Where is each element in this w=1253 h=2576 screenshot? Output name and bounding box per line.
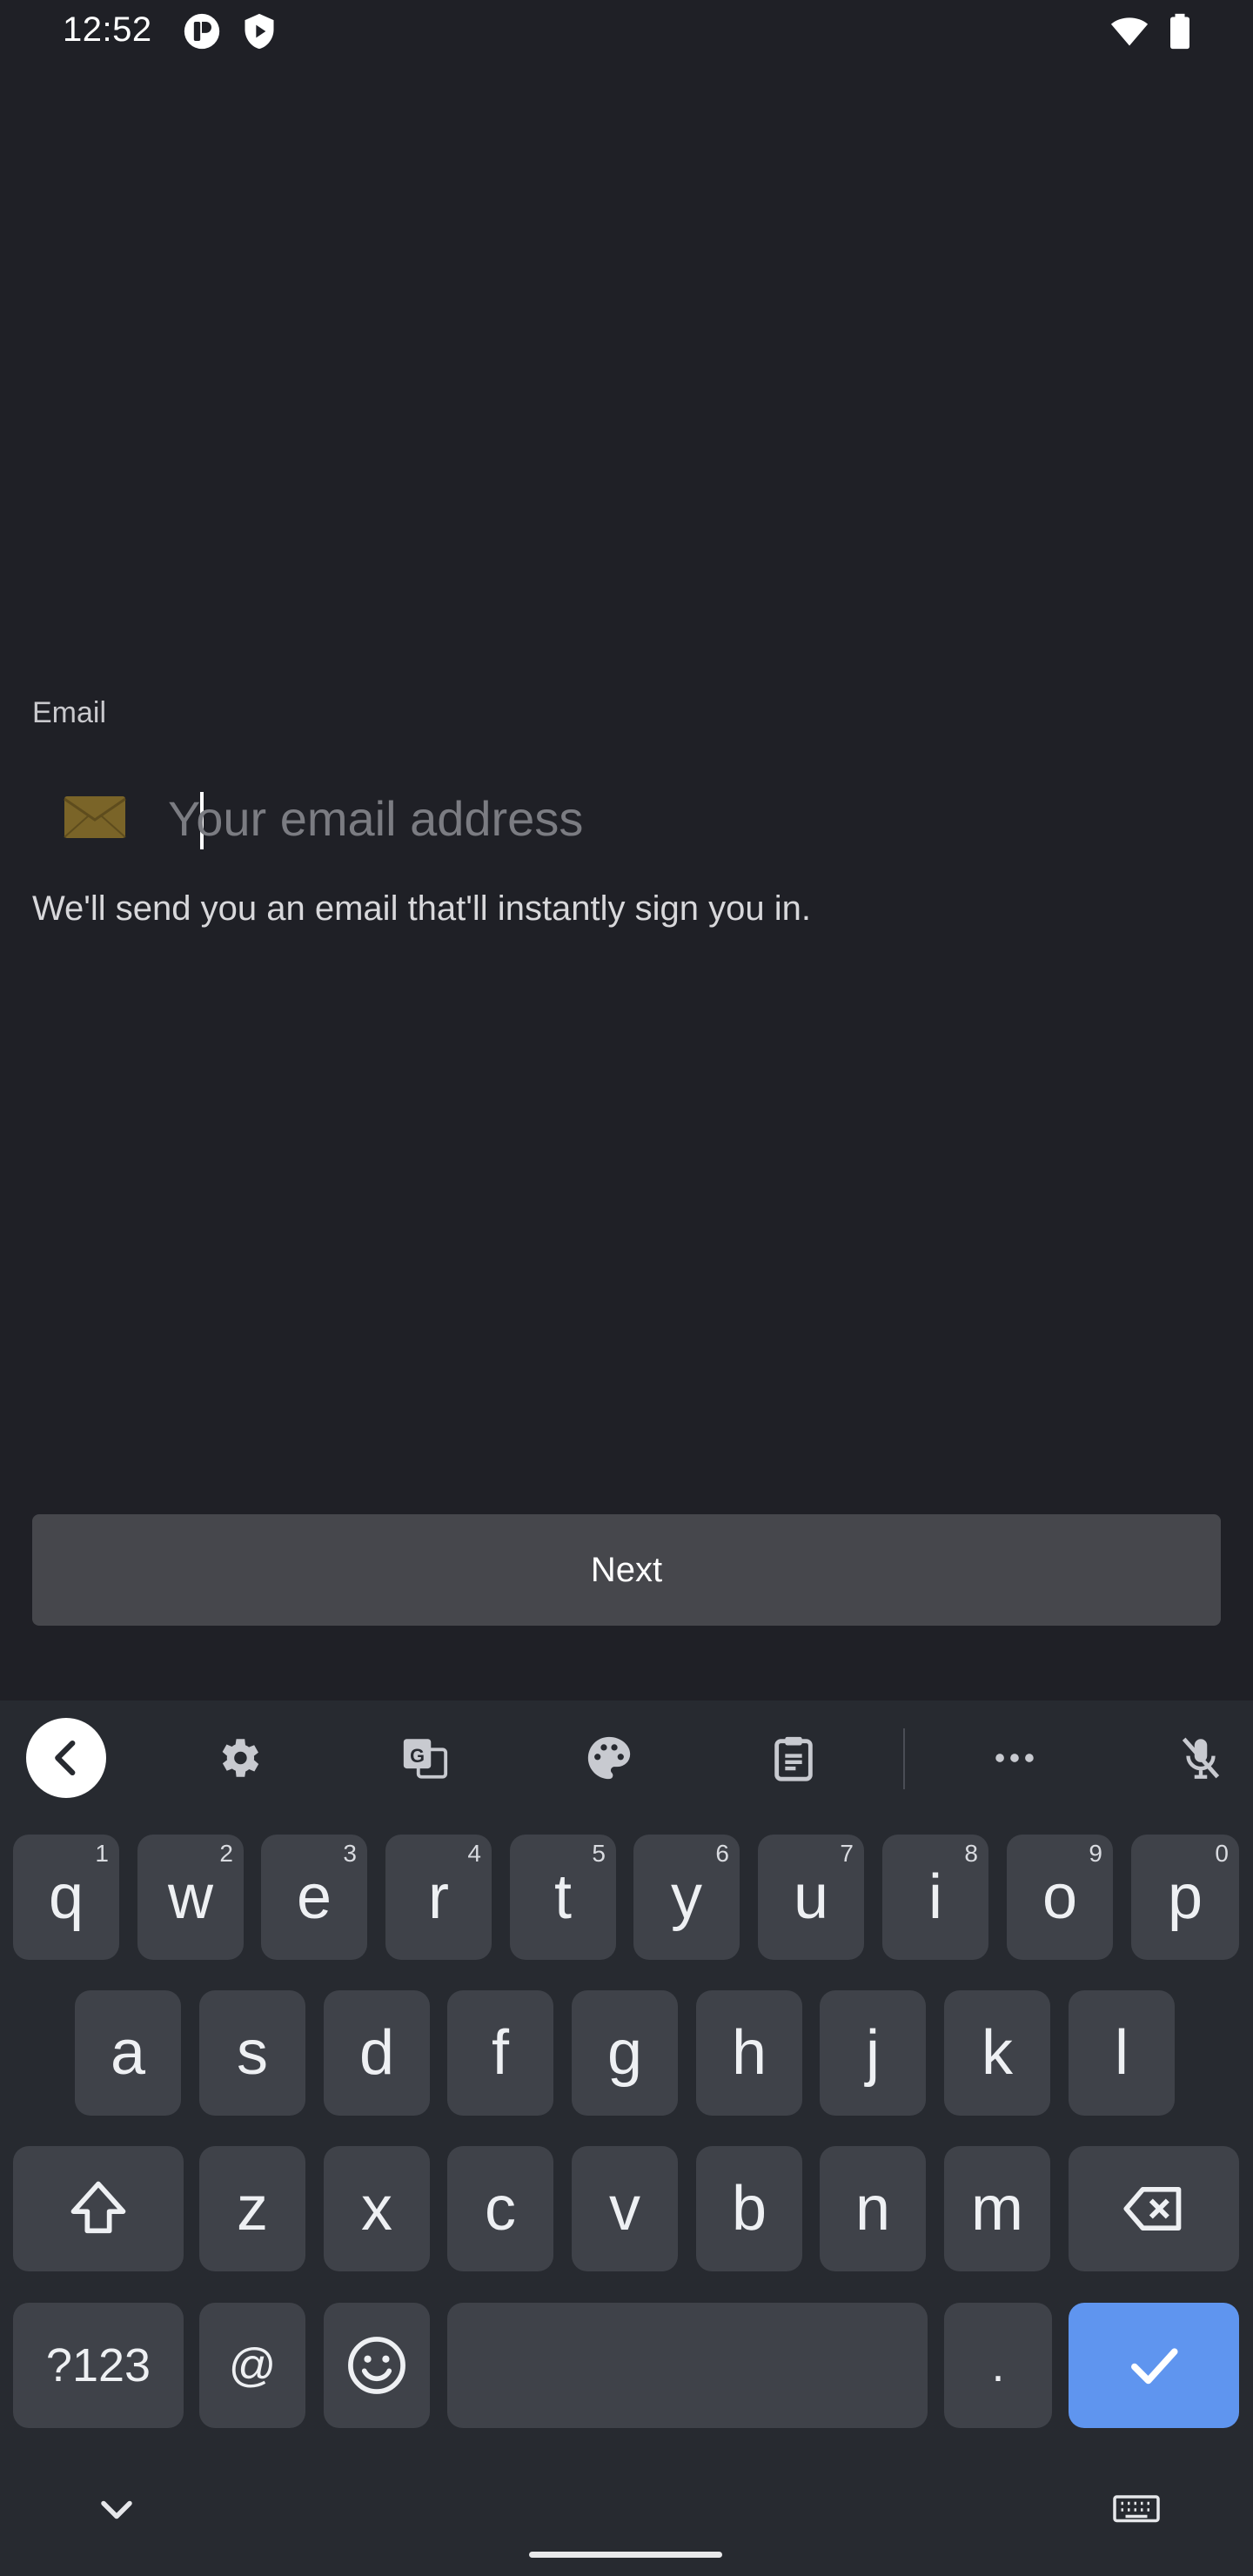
hide-keyboard-chevron-icon[interactable]	[90, 2484, 143, 2536]
key-c[interactable]: c	[447, 2146, 553, 2271]
settings-gear-icon[interactable]	[198, 1718, 278, 1798]
key-n[interactable]: n	[820, 2146, 926, 2271]
keyboard-switch-icon[interactable]	[1110, 2484, 1163, 2536]
email-input[interactable]	[168, 766, 1195, 870]
more-dots-icon[interactable]	[975, 1718, 1055, 1798]
key-x[interactable]: x	[324, 2146, 430, 2271]
mic-off-icon[interactable]	[1161, 1718, 1241, 1798]
key-m[interactable]: m	[944, 2146, 1050, 2271]
key-j[interactable]: j	[820, 1990, 926, 2116]
navigation-handle[interactable]	[529, 2552, 722, 2558]
status-time: 12:52	[63, 10, 152, 49]
key-o[interactable]: o9	[1007, 1835, 1113, 1960]
space-bar[interactable]	[447, 2303, 928, 2428]
key-p[interactable]: p0	[1131, 1835, 1239, 1960]
checkmark-icon	[1131, 2348, 1178, 2385]
toolbar-divider	[903, 1728, 905, 1789]
wifi-icon	[1110, 12, 1149, 50]
email-label: Email	[32, 696, 107, 729]
next-button[interactable]: Next	[32, 1514, 1221, 1626]
key-e[interactable]: e3	[261, 1835, 367, 1960]
key-h[interactable]: h	[696, 1990, 802, 2116]
back-chevron-icon[interactable]	[26, 1718, 106, 1798]
emoji-key[interactable]	[324, 2303, 430, 2428]
email-field-row	[32, 766, 1221, 870]
at-key[interactable]: @	[199, 2303, 305, 2428]
app-badge-icon	[183, 12, 221, 50]
on-screen-keyboard: G q1 w2 e3 r4 t5 y6 u7 i8 o9 p0 a s d f …	[0, 1701, 1253, 2576]
symbols-key[interactable]: ?123	[13, 2303, 184, 2428]
key-r[interactable]: r4	[385, 1835, 492, 1960]
key-t[interactable]: t5	[510, 1835, 616, 1960]
svg-text:G: G	[410, 1745, 425, 1767]
key-w[interactable]: w2	[137, 1835, 244, 1960]
key-a[interactable]: a	[75, 1990, 181, 2116]
shift-key[interactable]	[13, 2146, 184, 2271]
key-g[interactable]: g	[572, 1990, 678, 2116]
keyboard-toolbar: G	[0, 1701, 1253, 1814]
palette-icon[interactable]	[569, 1718, 649, 1798]
key-u[interactable]: u7	[758, 1835, 864, 1960]
shield-play-icon	[240, 12, 278, 50]
enter-check-key[interactable]	[1069, 2303, 1239, 2428]
period-key[interactable]: .	[944, 2303, 1052, 2428]
shift-arrow-icon	[70, 2181, 126, 2234]
key-v[interactable]: v	[572, 2146, 678, 2271]
status-bar: 12:52	[0, 0, 1253, 66]
key-k[interactable]: k	[944, 1990, 1050, 2116]
envelope-icon	[64, 795, 126, 839]
key-i[interactable]: i8	[882, 1835, 988, 1960]
backspace-key[interactable]	[1069, 2146, 1239, 2271]
email-hint-text: We'll send you an email that'll instantl…	[32, 889, 811, 928]
key-q[interactable]: q1	[13, 1835, 119, 1960]
key-s[interactable]: s	[199, 1990, 305, 2116]
key-z[interactable]: z	[199, 2146, 305, 2271]
emoji-smiley-icon	[348, 2337, 405, 2394]
clipboard-icon[interactable]	[754, 1718, 834, 1798]
key-l[interactable]: l	[1069, 1990, 1175, 2116]
key-y[interactable]: y6	[633, 1835, 740, 1960]
translate-icon[interactable]: G	[385, 1718, 465, 1798]
key-f[interactable]: f	[447, 1990, 553, 2116]
key-d[interactable]: d	[324, 1990, 430, 2116]
backspace-icon	[1123, 2186, 1182, 2231]
key-b[interactable]: b	[696, 2146, 802, 2271]
battery-icon	[1161, 12, 1199, 50]
